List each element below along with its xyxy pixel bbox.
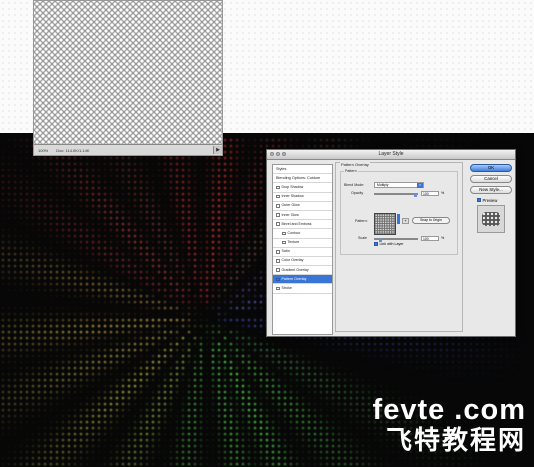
style-list-label: Gradient Overlay <box>281 267 309 272</box>
pattern-overlay-panel: Pattern Overlay Pattern Blend Mode: Mult… <box>335 162 463 332</box>
style-checkbox[interactable] <box>282 240 286 245</box>
style-list-item[interactable]: Stroke <box>273 284 332 294</box>
new-preset-icon[interactable]: + <box>402 218 409 224</box>
blend-mode-select[interactable]: Multiply ▾ <box>374 182 424 188</box>
style-checkbox[interactable] <box>276 250 280 254</box>
style-list-item[interactable]: Color Overlay <box>273 257 332 267</box>
style-list-label: Inner Glow <box>281 212 299 217</box>
style-list-label: Blending Options: Custom <box>276 175 321 180</box>
section-title: Pattern Overlay <box>340 162 370 167</box>
zoom-level[interactable]: 100% <box>38 148 48 153</box>
link-with-layer-label: Link with Layer <box>379 242 404 246</box>
style-list-item[interactable]: Drop Shadow <box>273 183 332 193</box>
opacity-slider[interactable] <box>374 192 418 197</box>
snap-to-origin-button[interactable]: Snap to Origin <box>412 217 450 224</box>
style-list-item[interactable]: Blending Options: Custom <box>273 174 332 184</box>
style-list-label: Texture <box>287 240 300 245</box>
style-list-item[interactable]: Bevel and Emboss <box>273 220 332 230</box>
minimize-window-icon[interactable] <box>276 152 280 156</box>
style-list-label: Styles <box>276 166 287 171</box>
preview-label: Preview <box>482 197 498 203</box>
style-checkbox[interactable] <box>276 277 280 282</box>
style-list-label: Contour <box>287 230 301 235</box>
style-list-item[interactable]: Gradient Overlay <box>273 266 332 276</box>
opacity-input[interactable]: 100 <box>421 190 439 196</box>
style-checkbox[interactable] <box>276 194 280 199</box>
style-list-label: Satin <box>281 249 290 254</box>
doc-size-readout: Doc: 114.0K/1.14K <box>56 147 90 153</box>
style-preview-thumbnail <box>477 204 505 233</box>
styles-list: Styles Blending Options: Custom Drop Shado… <box>272 164 333 335</box>
style-checkbox[interactable] <box>276 222 280 226</box>
style-checkbox[interactable] <box>276 213 280 217</box>
style-list-label: Pattern Overlay <box>281 276 307 281</box>
blend-mode-label: Blend Mode: <box>344 183 365 187</box>
blend-mode-value: Multiply <box>377 183 389 187</box>
style-list-label: Color Overlay <box>281 258 304 263</box>
style-list-label: Outer Glow <box>281 203 300 208</box>
scale-input[interactable]: 100 <box>421 235 439 241</box>
link-with-layer-row[interactable]: Link with Layer <box>374 242 403 246</box>
preview-pattern-sample <box>482 211 500 226</box>
dialog-buttons: OK Cancel New Style... Preview <box>470 164 512 233</box>
style-checkbox[interactable] <box>276 268 280 272</box>
watermark: fevte .com 飞特教程网 <box>316 395 526 457</box>
pattern-group: Pattern Blend Mode: Multiply ▾ Opacity 1… <box>340 169 458 255</box>
link-with-layer-checkbox[interactable] <box>374 242 378 246</box>
style-list-item[interactable]: Texture <box>273 239 332 248</box>
style-checkbox[interactable] <box>276 259 280 263</box>
style-list-item[interactable]: Outer Glow <box>273 202 332 211</box>
zoom-window-icon[interactable] <box>282 152 286 156</box>
style-list-label: Stroke <box>281 286 292 291</box>
pattern-swatch[interactable] <box>374 213 396 235</box>
watermark-site: fevte .com <box>372 394 526 426</box>
opacity-label: Opacity <box>351 191 364 195</box>
chevron-down-icon: ▾ <box>417 183 423 188</box>
style-checkbox[interactable] <box>282 231 286 236</box>
style-list-label: Drop Shadow <box>281 184 304 189</box>
pattern-document-window[interactable]: 100% Doc: 114.0K/1.14K ▶ <box>33 0 223 156</box>
close-window-icon[interactable] <box>270 152 274 156</box>
scale-slider-thumb[interactable] <box>378 237 382 242</box>
dot-pattern-canvas <box>34 1 222 145</box>
opacity-percent: % <box>441 191 445 195</box>
watermark-chinese: 飞特教程网 <box>385 426 526 456</box>
scale-label: Scale <box>358 236 367 240</box>
style-list-item[interactable]: Inner Shadow <box>273 193 332 202</box>
style-list-label: Bevel and Emboss <box>281 221 312 226</box>
opacity-slider-thumb[interactable] <box>414 192 417 197</box>
ok-button[interactable]: OK <box>470 164 512 172</box>
new-style-button[interactable]: New Style... <box>470 186 512 195</box>
style-checkbox[interactable] <box>276 204 280 208</box>
pattern-label: Pattern: <box>355 219 368 223</box>
layer-style-dialog: Layer Style Styles Blending Options: Cust… <box>266 149 516 337</box>
style-list-item[interactable]: Pattern Overlay <box>273 275 332 285</box>
preview-row[interactable]: Preview <box>477 198 512 203</box>
status-menu-arrow-icon[interactable]: ▶ <box>213 146 222 154</box>
style-list-item[interactable]: Inner Glow <box>273 211 332 221</box>
style-checkbox[interactable] <box>276 286 280 291</box>
dialog-titlebar[interactable]: Layer Style <box>267 150 515 160</box>
window-controls <box>270 152 286 156</box>
group-title: Pattern <box>344 169 358 173</box>
pattern-picker-arrow-icon[interactable] <box>397 214 400 224</box>
scale-slider[interactable] <box>374 237 418 242</box>
dialog-title: Layer Style <box>378 151 404 157</box>
style-list-item[interactable]: Satin <box>273 248 332 257</box>
cancel-button[interactable]: Cancel <box>470 175 512 184</box>
style-list-item[interactable]: Styles <box>273 165 332 175</box>
document-status-bar: 100% Doc: 114.0K/1.14K ▶ <box>34 144 222 155</box>
preview-checkbox[interactable] <box>477 198 481 202</box>
style-checkbox[interactable] <box>276 185 280 190</box>
scale-percent: % <box>441 236 445 240</box>
style-list-label: Inner Shadow <box>281 194 304 199</box>
style-list-item[interactable]: Contour <box>273 229 332 239</box>
